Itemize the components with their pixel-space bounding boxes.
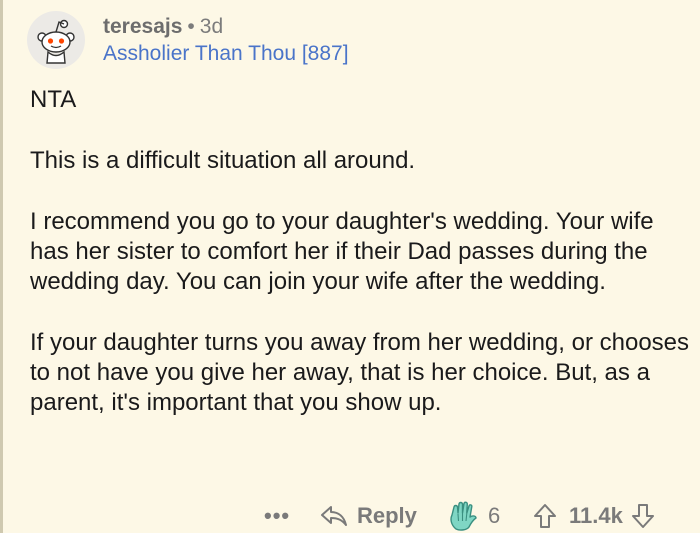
vote-score: 11.4k [569, 503, 623, 528]
reply-button[interactable]: Reply [320, 498, 417, 533]
vote-controls: 11.4k [533, 498, 655, 533]
downvote-arrow-icon[interactable] [631, 503, 655, 529]
username[interactable]: teresajs [103, 15, 182, 38]
thread-line[interactable] [0, 0, 3, 533]
comment-actions: ••• Reply 6 11.4k [0, 498, 700, 533]
comment-age: 3d [199, 14, 224, 38]
reply-arrow-icon [321, 506, 347, 526]
comment-paragraph: If your daughter turns you away from her… [30, 329, 690, 416]
more-options-button[interactable]: ••• [264, 498, 290, 533]
author-line: teresajs • 3d [103, 14, 349, 40]
snoo-avatar-icon[interactable] [27, 11, 85, 69]
clapping-hand-award-icon [450, 501, 477, 531]
comment-meta: teresajs • 3d Assholier Than Thou [887] [103, 14, 349, 67]
reply-label: Reply [357, 503, 417, 528]
award-count: 6 [488, 503, 501, 528]
comment-body: NTA This is a difficult situation all ar… [30, 85, 690, 418]
comment-header: teresajs • 3d Assholier Than Thou [887] [27, 10, 349, 70]
user-flair: Assholier Than Thou [887] [103, 41, 349, 65]
comment-paragraph: I recommend you go to your daughter's we… [30, 208, 654, 295]
separator-dot: • [187, 14, 195, 38]
award-badge[interactable]: 6 [448, 498, 500, 533]
comment-paragraph: NTA [30, 86, 77, 113]
upvote-arrow-icon[interactable] [533, 503, 557, 529]
comment-paragraph: This is a difficult situation all around… [30, 147, 416, 174]
